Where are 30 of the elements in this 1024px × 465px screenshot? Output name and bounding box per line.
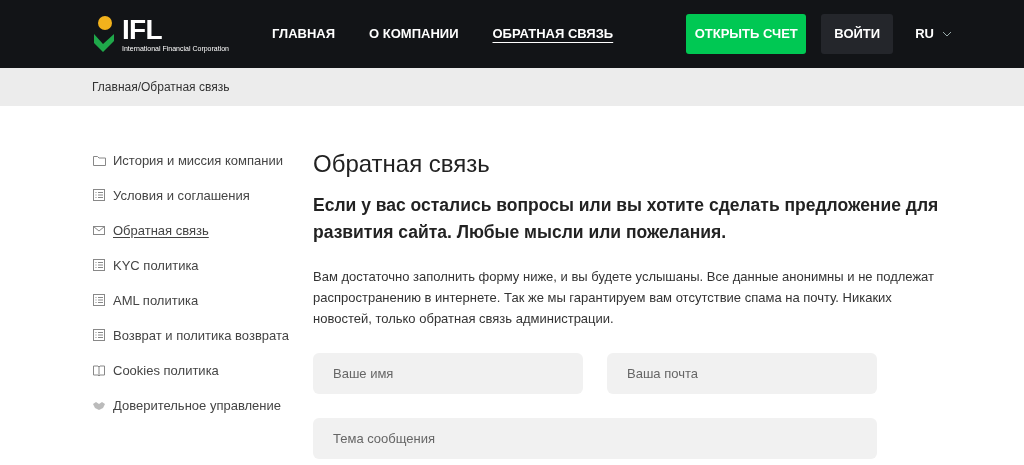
mail-icon — [92, 223, 106, 237]
nav-link[interactable]: ГЛАВНАЯ — [272, 24, 336, 44]
sidebar-link[interactable]: KYC политика — [113, 255, 199, 276]
list-icon — [92, 188, 106, 202]
nav-link[interactable]: О КОМПАНИИ — [369, 24, 459, 44]
language-selector[interactable]: RU — [915, 24, 952, 44]
sidebar-link[interactable]: AML политика — [113, 290, 199, 311]
lead-text: Если у вас остались вопросы или вы хотите сделать предложение для развития сайта. Любые мысли или пожелания. — [313, 194, 940, 244]
sidebar-link[interactable]: Условия и соглашения — [113, 185, 250, 206]
description-text: Вам достаточно заполнить форму ниже, и вы будете услышаны. Все данные анонимны и не подлежат распространению в интернете. Так же мы гарантируем вам отсутствие спама на почту. Никаких новостей, только обратная связь администрации. — [313, 268, 935, 328]
breadcrumb: Главная/Обратная связь — [92, 79, 230, 96]
sidebar-link[interactable]: Обратная связь — [113, 220, 209, 241]
sidebar-link[interactable]: История и миссия компании — [113, 150, 283, 171]
logo-name: IFL — [122, 15, 163, 44]
nav-link[interactable]: ОБРАТНАЯ СВЯЗЬ — [492, 24, 614, 44]
chevron-down-icon — [942, 31, 952, 37]
logo-icon — [92, 14, 116, 54]
login-button[interactable]: ВОЙТИ — [821, 14, 894, 54]
sidebar-link[interactable]: Возврат и политика возврата — [113, 325, 290, 346]
folder-icon — [92, 153, 106, 167]
email-field[interactable]: Ваша почта — [607, 353, 877, 394]
sidebar-link[interactable]: Cookies политика — [113, 360, 219, 381]
list-icon — [92, 258, 106, 272]
sidebar-link[interactable]: Доверительное управление — [113, 395, 281, 416]
list-icon — [92, 293, 106, 307]
list-icon — [92, 328, 106, 342]
subject-field[interactable]: Тема сообщения — [313, 418, 877, 459]
page-title: Обратная связь — [313, 149, 491, 179]
name-field[interactable]: Ваше имя — [313, 353, 583, 394]
book-icon — [92, 363, 106, 377]
